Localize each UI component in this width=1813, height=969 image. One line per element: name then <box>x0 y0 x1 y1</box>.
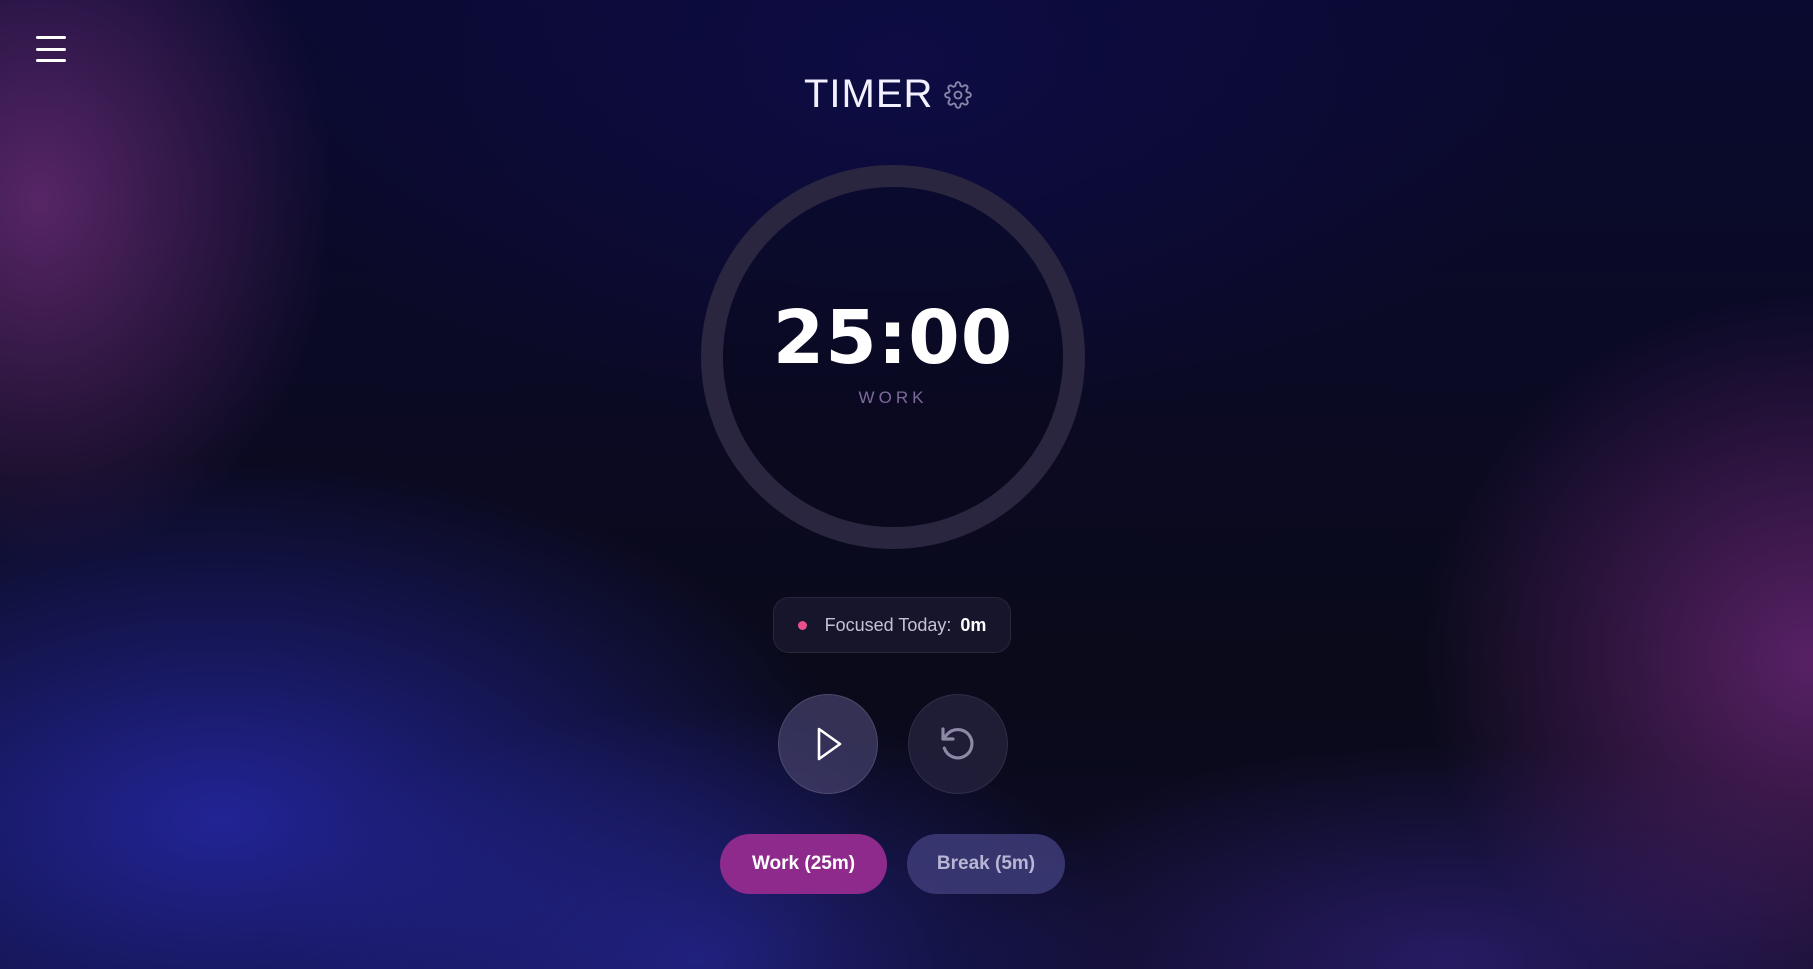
play-icon <box>817 727 842 761</box>
timer-display: 25:00 <box>772 295 1014 381</box>
menu-line <box>36 59 66 62</box>
status-dot <box>797 620 807 630</box>
page-title: TIMER <box>804 72 934 116</box>
gear-icon[interactable] <box>944 81 972 109</box>
work-mode-button[interactable]: Work (25m) <box>720 834 887 894</box>
focused-today-badge: Focused Today: 0m <box>773 597 1011 653</box>
break-mode-button[interactable]: Break (5m) <box>907 834 1065 894</box>
timer-mode-label: WORK <box>858 388 928 407</box>
reset-button[interactable] <box>908 694 1008 794</box>
focused-today-value: 0m <box>960 614 987 635</box>
hamburger-menu-icon[interactable] <box>36 36 66 62</box>
header: TIMER <box>0 68 1813 120</box>
menu-line <box>36 36 66 39</box>
focused-today-label: Focused Today: <box>824 614 952 635</box>
play-button[interactable] <box>778 694 878 794</box>
menu-line <box>36 47 66 51</box>
reset-icon <box>941 727 974 760</box>
